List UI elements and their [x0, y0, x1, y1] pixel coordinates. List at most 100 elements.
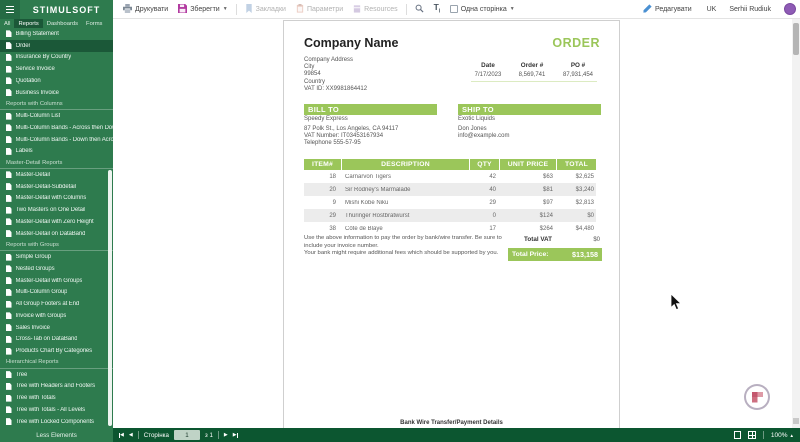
sidebar-item[interactable]: Simple Group	[0, 251, 113, 263]
sidebar-item[interactable]: Master-Detail with Zero Height	[0, 216, 113, 228]
clipboard-icon	[296, 4, 304, 15]
sidebar-item[interactable]: Service Invoice	[0, 63, 113, 75]
tab-reports[interactable]: Reports	[14, 19, 42, 28]
sidebar-item[interactable]: Sales Invoice	[0, 322, 113, 334]
order-info-table: Date7/17/2023 Order #8,569,741 PO #87,93…	[471, 62, 597, 82]
document-icon	[6, 324, 12, 331]
zoom-controls: 100% ▲	[734, 428, 794, 442]
sidebar-scrollbar-thumb[interactable]	[108, 170, 112, 426]
document-icon	[6, 136, 12, 143]
sidebar-item-label: Order	[16, 43, 31, 49]
page-label: Сторінка	[144, 432, 169, 439]
sidebar-item-label: Invoice with Groups	[16, 313, 67, 319]
sidebar-item-label: Billing Statement	[16, 31, 59, 37]
language-selector[interactable]: UK	[707, 6, 717, 13]
sidebar-item[interactable]: Invoice with Groups	[0, 310, 113, 322]
table-cell-total: $2,625	[556, 174, 596, 180]
sidebar-item[interactable]: Nested Groups	[0, 263, 113, 275]
app-logo: STIMULSOFT	[20, 5, 113, 15]
table-cell-unit_price: $97	[499, 200, 556, 206]
sidebar-item[interactable]: Master-Detail	[0, 169, 113, 181]
document-icon	[6, 277, 12, 284]
sidebar-item[interactable]: Multi-Column Group	[0, 287, 113, 299]
view-mode-button[interactable]: Одна сторінка ▼	[445, 0, 519, 19]
find-button[interactable]	[410, 0, 429, 19]
table-row: 38Côte de Blaye17$264$4,480	[304, 222, 596, 235]
tab-forms[interactable]: Forms	[82, 19, 106, 28]
view-mode-checkbox[interactable]	[450, 5, 458, 13]
toolbar-separator	[406, 4, 407, 15]
sidebar-item[interactable]: Multi-Column Bands - Down then Across	[0, 134, 113, 146]
hamburger-menu-button[interactable]	[0, 0, 20, 19]
sidebar-item[interactable]: All Group Footers at End	[0, 298, 113, 310]
document-icon	[6, 183, 12, 190]
payment-note: Use the above information to pay the ord…	[304, 235, 509, 258]
sidebar-item-label: Tree	[16, 372, 28, 378]
page-number-input[interactable]: 1	[174, 430, 200, 440]
sidebar-item[interactable]: Insurance By Country	[0, 52, 113, 64]
page-count-label: з 1	[205, 432, 213, 439]
sidebar-item-label: Labels	[16, 148, 33, 154]
sidebar-section-header: Master-Detail Reports	[0, 157, 113, 169]
sidebar-item[interactable]: Tree with Totals	[0, 392, 113, 404]
sidebar-item-label: Nested Groups	[16, 266, 55, 272]
previous-page-button[interactable]: ◀	[129, 433, 133, 438]
zoom-level-button[interactable]: 100% ▲	[771, 432, 794, 439]
table-cell-qty: 42	[469, 174, 499, 180]
table-cell-description: Côte de Blaye	[342, 226, 469, 232]
first-page-button[interactable]: ◀	[119, 433, 124, 438]
scrollbar-thumb[interactable]	[793, 23, 799, 55]
less-elements-button[interactable]: Less Elements	[0, 428, 113, 442]
save-button[interactable]: Зберегти ▼	[173, 0, 232, 19]
document-icon	[6, 77, 12, 84]
document-icon	[6, 395, 12, 402]
next-page-button[interactable]: ▶	[224, 433, 228, 438]
sidebar-item[interactable]: Billing Statement	[0, 28, 113, 40]
tab-all[interactable]: All	[0, 19, 14, 28]
sidebar-item[interactable]: Tree	[0, 369, 113, 381]
document-icon	[6, 195, 12, 202]
user-avatar[interactable]	[784, 3, 796, 15]
editable-fields-button[interactable]: TI	[429, 0, 446, 19]
last-page-button[interactable]: ▶	[233, 433, 238, 438]
sidebar-item[interactable]: Master-Detail-Subdetail	[0, 181, 113, 193]
sidebar-item[interactable]: Cross-Tab on DataBand	[0, 334, 113, 346]
sidebar-item[interactable]: Tree with Locked Components	[0, 416, 113, 428]
sidebar-item[interactable]: Order	[0, 40, 113, 52]
sidebar-item[interactable]: Two Masters on One Detail	[0, 204, 113, 216]
scrollbar-corner	[793, 418, 799, 424]
document-icon	[6, 406, 12, 413]
sidebar-item[interactable]: Tree with Totals - All Levels	[0, 404, 113, 416]
bill-to-header: BILL TO	[304, 104, 437, 115]
table-cell-item: 29	[304, 213, 342, 219]
sidebar-item-label: Multi-Column Bands - Down then Across	[16, 137, 114, 143]
sidebar-item[interactable]: Business Invoice	[0, 87, 113, 99]
document-icon	[6, 230, 12, 237]
vertical-scrollbar[interactable]	[792, 19, 800, 428]
assistant-button[interactable]	[744, 384, 770, 410]
tab-dashboards[interactable]: Dashboards	[43, 19, 82, 28]
sidebar-item[interactable]: Master-Detail on DataBand	[0, 228, 113, 240]
sidebar-item[interactable]: Master-Detail with Groups	[0, 275, 113, 287]
sidebar-item[interactable]: Tree with Headers and Footers	[0, 381, 113, 393]
sidebar-item[interactable]: Multi-Column Bands - Across then Down	[0, 122, 113, 134]
fit-page-icon[interactable]	[734, 431, 741, 439]
print-button[interactable]: Друкувати	[118, 0, 173, 19]
sidebar-item[interactable]: Quotation	[0, 75, 113, 87]
invoice-company-address: Company Address City 99854 Country VAT I…	[304, 57, 367, 93]
table-cell-qty: 40	[469, 187, 499, 193]
sidebar-item[interactable]: Labels	[0, 146, 113, 158]
document-icon	[6, 254, 12, 261]
user-name[interactable]: Serhii Rudiuk	[729, 6, 771, 13]
sidebar-item[interactable]: Master-Detail with Columns	[0, 193, 113, 205]
sidebar-item-label: Insurance By Country	[16, 54, 72, 60]
fit-width-icon[interactable]	[748, 431, 756, 439]
assistant-logo-icon	[752, 392, 763, 403]
app-window: STIMULSOFT Друкувати Зберегти ▼ Закладки…	[0, 0, 800, 442]
sidebar-item[interactable]: Multi-Column List	[0, 110, 113, 122]
sidebar-item[interactable]: Products Chart By Categories	[0, 345, 113, 357]
edit-button[interactable]: Редагувати	[641, 0, 694, 19]
table-row: 20Sir Rodney's Marmalade40$81$3,240	[304, 183, 596, 196]
table-row: 9Mishi Kobe Niku29$97$2,813	[304, 196, 596, 209]
table-row: 18Carnarvon Tigers42$63$2,625	[304, 170, 596, 183]
